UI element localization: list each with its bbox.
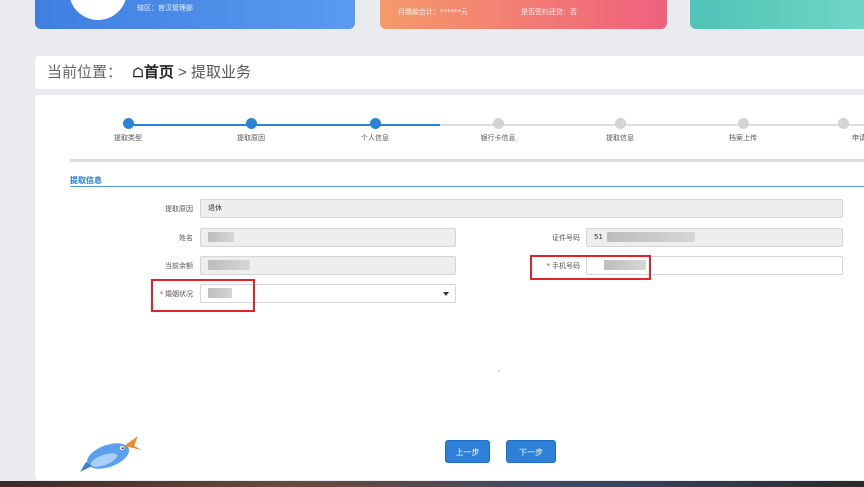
step-dot — [122, 118, 134, 129]
breadcrumb-home-link[interactable]: ☖首页 — [132, 64, 174, 81]
step-dot — [614, 118, 626, 129]
taskbar — [0, 481, 864, 487]
id-number-field: 51 — [586, 228, 843, 247]
step-label: 个人信息 — [361, 134, 389, 142]
chevron-down-icon — [443, 292, 449, 296]
payment-summary-card: 月缴款合计：******元 是否签约还贷：否 — [380, 0, 667, 29]
prev-step-button[interactable]: 上一步 — [445, 440, 490, 463]
home-icon: ☖ — [132, 65, 144, 80]
step-personal-info: 个人信息 — [325, 118, 425, 143]
loan-signed-text: 是否签约还贷：否 — [521, 8, 577, 16]
step-withdraw-info: 提取信息 — [570, 118, 670, 143]
step-label: 提取类型 — [114, 134, 142, 142]
step-label: 提取信息 — [606, 134, 634, 142]
step-label: 档案上传 — [729, 134, 757, 142]
marital-highlight-box — [151, 279, 255, 312]
breadcrumb: 当前位置： ☖首页 > 提取业务 — [47, 61, 251, 82]
section-title: 提取信息 — [70, 176, 102, 185]
step-archive-upload: 档案上传 — [693, 118, 793, 143]
step-dot — [737, 118, 749, 129]
stat-card-teal — [690, 0, 864, 29]
balance-field — [200, 256, 456, 275]
next-step-button[interactable]: 下一步 — [506, 440, 556, 463]
step-label: 申请 — [852, 134, 864, 142]
reason-label: 提取原因 — [165, 205, 193, 213]
step-dot — [838, 118, 849, 129]
name-field — [200, 228, 456, 247]
avatar — [69, 0, 127, 20]
breadcrumb-separator: > — [173, 64, 191, 81]
user-info-card: 辖区：官汉管理部 — [35, 0, 355, 29]
fish-mascot-icon — [80, 436, 142, 472]
step-label: 银行卡信息 — [480, 134, 516, 142]
reason-field: 退休 — [200, 199, 843, 218]
section-underline — [70, 186, 864, 187]
steps-divider — [70, 159, 864, 162]
phone-highlight-box — [530, 255, 651, 280]
step-dot — [245, 118, 257, 129]
step-dot — [369, 118, 381, 129]
step-withdraw-reason: 提取原因 — [201, 118, 301, 143]
name-label: 姓名 — [179, 234, 193, 242]
step-label: 提取原因 — [237, 134, 265, 142]
step-withdraw-type: 提取类型 — [78, 118, 178, 143]
breadcrumb-current: 提取业务 — [190, 64, 251, 81]
jurisdiction-text: 辖区：官汉管理部 — [137, 4, 193, 12]
breadcrumb-prefix: 当前位置： — [47, 64, 123, 81]
step-apply: 申请 — [814, 118, 864, 143]
balance-label: 当前余额 — [165, 262, 193, 270]
id-number-label: 证件号码 — [552, 234, 580, 242]
step-bank-card-info: 银行卡信息 — [448, 118, 548, 143]
step-dot — [492, 118, 504, 129]
monthly-payment-text: 月缴款合计：******元 — [398, 8, 468, 16]
stray-dot — [498, 370, 500, 372]
